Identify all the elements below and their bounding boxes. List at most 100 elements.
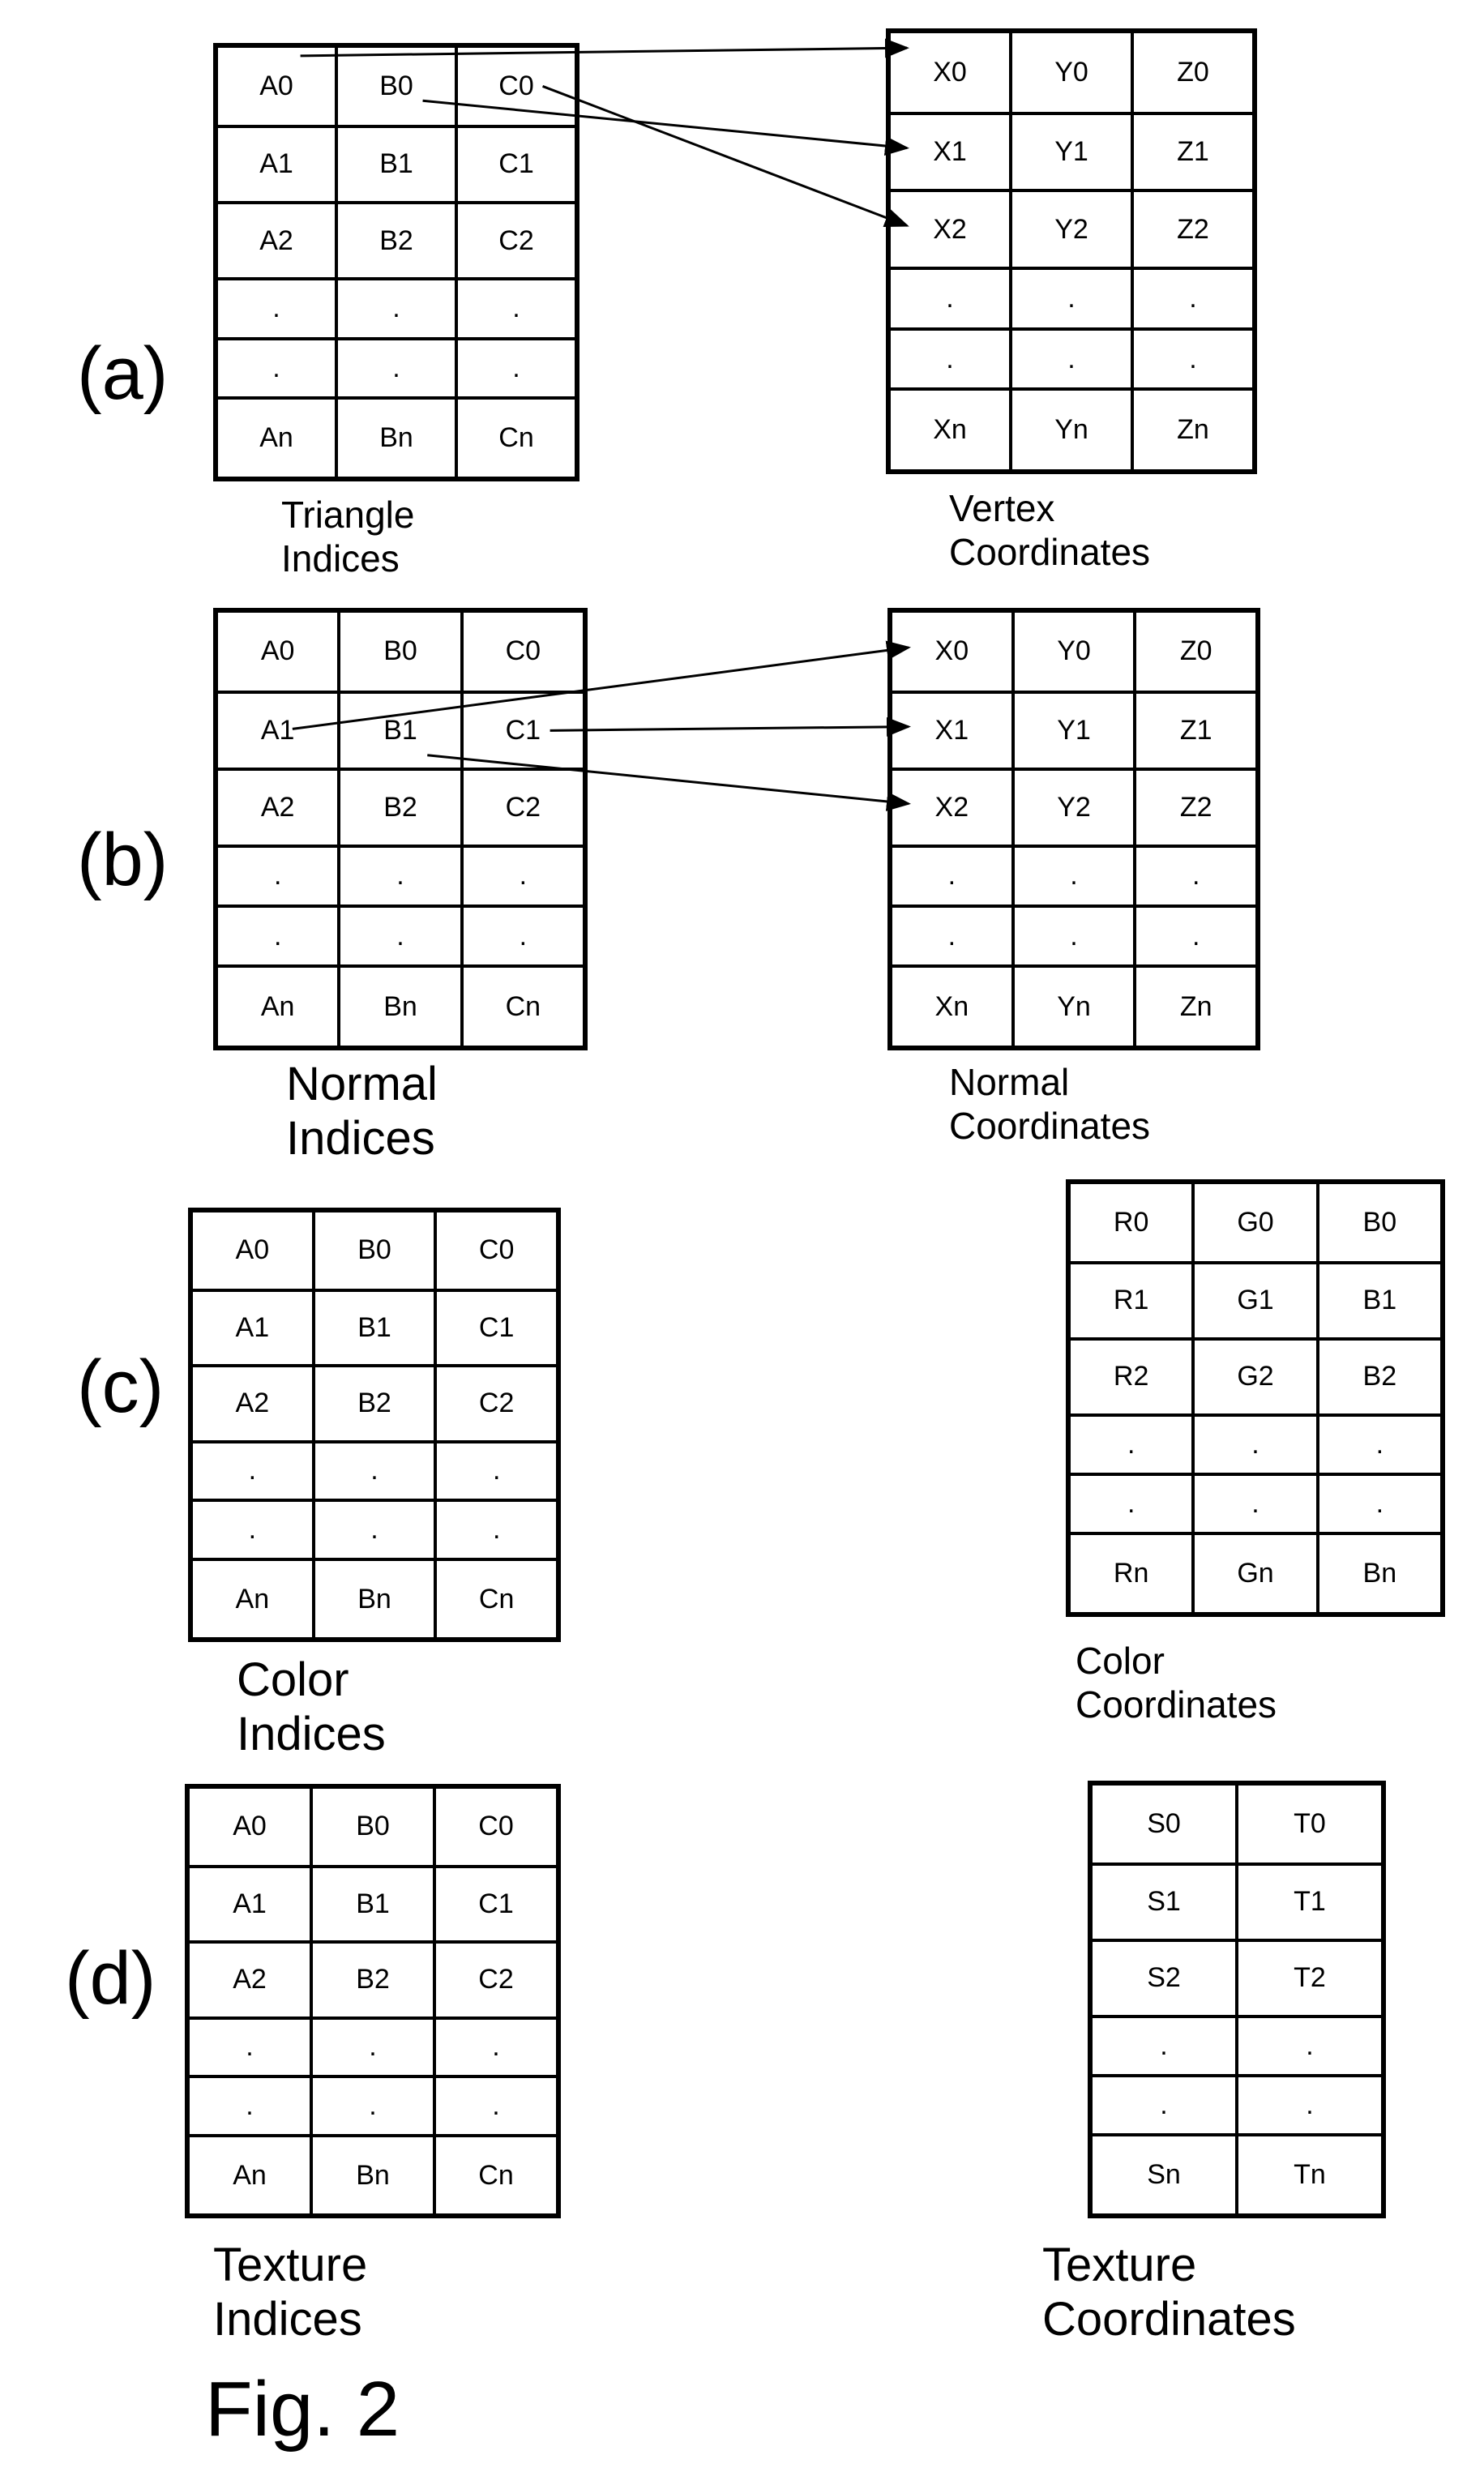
- table-cell: A2: [191, 1366, 314, 1442]
- table-cell: .: [891, 845, 1013, 907]
- table-cell: A2: [216, 203, 336, 280]
- table-cell: Bn: [311, 2136, 434, 2215]
- table-cell: An: [191, 1559, 314, 1639]
- table-cell: .: [1011, 268, 1132, 329]
- table-cell: X0: [889, 32, 1011, 113]
- table-cell: .: [216, 906, 340, 967]
- table-cell: .: [188, 2017, 311, 2077]
- table-cell: R1: [1069, 1262, 1194, 1339]
- table-cell: B2: [1317, 1338, 1442, 1415]
- table-cell: .: [1132, 328, 1254, 390]
- table-cell: .: [339, 906, 462, 967]
- table-cell: .: [1012, 845, 1135, 907]
- table-cell: B1: [339, 691, 462, 769]
- table-cell: .: [891, 906, 1013, 967]
- table-cell: An: [216, 398, 336, 478]
- table-cell: .: [216, 279, 336, 339]
- table-cell: .: [434, 2076, 558, 2136]
- panel-label-a: (a): [77, 332, 169, 415]
- table-cell: .: [1317, 1414, 1442, 1474]
- arrow-c0-to-x2: [542, 85, 909, 227]
- table-cell: C1: [435, 1289, 558, 1366]
- table-cell: A1: [188, 1866, 311, 1943]
- table-cell: C0: [434, 1787, 558, 1867]
- table-cell: .: [1091, 2016, 1237, 2076]
- table-cell: Z0: [1132, 32, 1254, 113]
- table-cell: Y2: [1012, 768, 1135, 846]
- table-cell: An: [188, 2136, 311, 2215]
- table-cell: C1: [434, 1866, 558, 1943]
- table-cell: X0: [891, 611, 1013, 692]
- normal-indices-table: A0 B0 C0 A1 B1 C1 A2 B2 C2...... An Bn Cn: [213, 608, 588, 1050]
- table-cell: A1: [216, 126, 336, 203]
- table-cell: C1: [456, 126, 576, 203]
- table-cell: .: [889, 268, 1011, 329]
- table-cell: B0: [336, 46, 456, 126]
- table-cell: Y1: [1011, 113, 1132, 191]
- table-cell: .: [191, 1500, 314, 1560]
- table-cell: .: [191, 1441, 314, 1501]
- table-cell: B0: [311, 1787, 434, 1867]
- table-cell: Y2: [1011, 190, 1132, 269]
- texture-indices-table: A0 B0 C0 A1 B1 C1 A2 B2 C2...... An Bn Cn: [185, 1784, 561, 2218]
- table-cell: T1: [1237, 1863, 1383, 1940]
- table-cell: .: [461, 845, 584, 907]
- table-cell: .: [336, 279, 456, 339]
- table-cell: Xn: [891, 966, 1013, 1047]
- table-cell: B1: [311, 1866, 434, 1943]
- table-cell: .: [435, 1441, 558, 1501]
- table-cell: Bn: [336, 398, 456, 478]
- table-cell: Y0: [1011, 32, 1132, 113]
- panel-label-b: (b): [77, 819, 169, 901]
- table-cell: .: [456, 338, 576, 399]
- table-cell: B0: [313, 1211, 436, 1290]
- table-cell: .: [1135, 845, 1257, 907]
- table-cell: A0: [191, 1211, 314, 1290]
- panel-label-d: (d): [65, 1937, 156, 2020]
- table-cell: T0: [1237, 1784, 1383, 1864]
- table-cell: A1: [191, 1289, 314, 1366]
- caption-color-indices: Color Indices: [237, 1653, 386, 1760]
- table-cell: Y1: [1012, 691, 1135, 769]
- table-cell: C2: [461, 768, 584, 846]
- caption-color-coordinates: Color Coordinates: [1076, 1640, 1277, 1726]
- table-cell: Z1: [1135, 691, 1257, 769]
- table-cell: .: [188, 2076, 311, 2136]
- table-cell: Zn: [1135, 966, 1257, 1047]
- table-cell: C2: [456, 203, 576, 280]
- table-cell: C2: [435, 1366, 558, 1442]
- table-cell: S0: [1091, 1784, 1237, 1864]
- table-cell: .: [1193, 1414, 1318, 1474]
- table-cell: .: [1069, 1473, 1194, 1534]
- table-cell: B2: [339, 768, 462, 846]
- figure-title: Fig. 2: [205, 2366, 400, 2453]
- table-cell: C1: [461, 691, 584, 769]
- table-cell: G1: [1193, 1262, 1318, 1339]
- table-cell: B1: [336, 126, 456, 203]
- table-cell: A1: [216, 691, 340, 769]
- table-cell: .: [311, 2076, 434, 2136]
- table-cell: Z0: [1135, 611, 1257, 692]
- table-cell: B0: [1317, 1183, 1442, 1263]
- table-cell: Yn: [1011, 389, 1132, 471]
- table-cell: .: [1011, 328, 1132, 390]
- table-cell: .: [216, 845, 340, 907]
- table-cell: .: [435, 1500, 558, 1560]
- table-cell: Z1: [1132, 113, 1254, 191]
- table-cell: .: [1317, 1473, 1442, 1534]
- table-cell: B2: [311, 1942, 434, 2018]
- table-cell: B1: [1317, 1262, 1442, 1339]
- table-cell: .: [456, 279, 576, 339]
- table-cell: Cn: [434, 2136, 558, 2215]
- table-cell: .: [311, 2017, 434, 2077]
- caption-vertex-coordinates: Vertex Coordinates: [949, 487, 1151, 574]
- table-cell: Bn: [1317, 1533, 1442, 1614]
- table-cell: A2: [188, 1942, 311, 2018]
- table-cell: B2: [336, 203, 456, 280]
- vertex-coordinates-table: X0 Y0 Z0 X1 Y1 Z1 X2 Y2 Z2...... Xn Yn Zn: [886, 28, 1257, 474]
- table-cell: Cn: [456, 398, 576, 478]
- table-cell: .: [216, 338, 336, 399]
- table-cell: C0: [456, 46, 576, 126]
- table-cell: A2: [216, 768, 340, 846]
- table-cell: An: [216, 966, 340, 1047]
